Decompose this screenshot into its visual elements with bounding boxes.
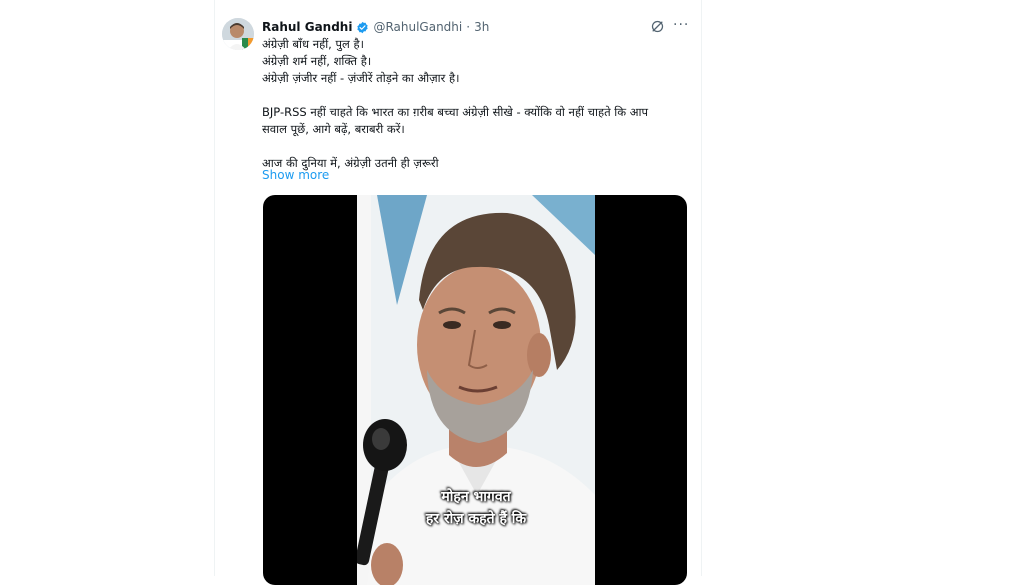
more-options-icon[interactable]: ··· (673, 17, 689, 33)
post-text-spacer (262, 87, 692, 104)
show-more-link[interactable]: Show more (262, 168, 329, 182)
post-text-line: BJP-RSS नहीं चाहते कि भारत का ग़रीब बच्च… (262, 105, 649, 119)
video-caption-line: हर रोज़ कहते हैं कि (425, 511, 527, 527)
author-handle[interactable]: @RahulGandhi (373, 20, 462, 34)
video-player[interactable]: मोहन भागवत हर रोज़ कहते हैं कि (263, 195, 687, 585)
post-text-line: अंग्रेज़ी शर्म नहीं, शक्ति है। (262, 54, 372, 68)
author-name[interactable]: Rahul Gandhi (262, 20, 352, 34)
post-time[interactable]: 3h (474, 20, 489, 34)
post-text-spacer (262, 138, 692, 155)
grok-icon[interactable] (650, 19, 665, 34)
avatar[interactable] (222, 18, 254, 50)
verified-badge-icon (357, 21, 369, 33)
post-text-line: सवाल पूछें, आगे बढ़ें, बराबरी करें। (262, 122, 405, 136)
header-separator: · (466, 20, 471, 34)
post-header: Rahul Gandhi @RahulGandhi · 3h (262, 18, 489, 36)
video-caption-line: मोहन भागवत (441, 489, 511, 505)
post-text: अंग्रेज़ी बाँध नहीं, पुल है। अंग्रेज़ी श… (262, 36, 692, 172)
video-frame: मोहन भागवत हर रोज़ कहते हैं कि (357, 195, 595, 585)
post-text-line: अंग्रेज़ी बाँध नहीं, पुल है। (262, 37, 364, 51)
post-text-line: अंग्रेज़ी ज़ंजीर नहीं - ज़ंजीरें तोड़ने … (262, 71, 460, 85)
